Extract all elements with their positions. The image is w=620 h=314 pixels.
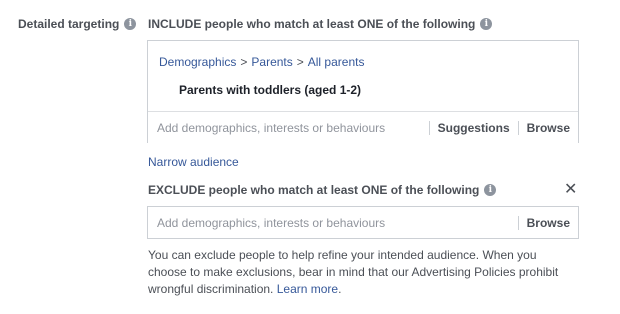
include-browse-button[interactable]: Browse	[519, 121, 578, 135]
breadcrumb-demographics[interactable]: Demographics	[159, 55, 236, 69]
suggestions-button[interactable]: Suggestions	[430, 121, 518, 135]
exclude-heading: EXCLUDE people who match at least ONE of…	[148, 183, 497, 197]
info-icon[interactable]: i	[480, 18, 493, 30]
include-search-row: Suggestions Browse	[148, 111, 578, 143]
include-heading-text: INCLUDE people who match at least ONE of…	[148, 17, 476, 31]
include-heading: INCLUDE people who match at least ONE of…	[148, 17, 493, 31]
help-text-period: .	[338, 282, 342, 296]
detailed-targeting-label: Detailed targeting i	[18, 17, 137, 31]
info-icon[interactable]: i	[484, 184, 497, 196]
detailed-targeting-text: Detailed targeting	[18, 17, 120, 31]
selected-targeting-item[interactable]: Parents with toddlers (aged 1-2)	[179, 83, 361, 97]
exclusion-help-text: You can exclude people to help refine yo…	[148, 247, 568, 298]
breadcrumb-all-parents[interactable]: All parents	[308, 55, 365, 69]
exclude-browse-button[interactable]: Browse	[519, 216, 578, 230]
help-text-body: You can exclude people to help refine yo…	[148, 248, 559, 296]
breadcrumb: Demographics > Parents > All parents	[159, 55, 364, 69]
exclude-targeting-box: Browse	[147, 206, 579, 239]
close-icon[interactable]: ✕	[564, 181, 577, 199]
breadcrumb-parents[interactable]: Parents	[251, 55, 292, 69]
include-search-input[interactable]	[148, 112, 429, 143]
breadcrumb-separator: >	[240, 55, 248, 69]
exclude-search-input[interactable]	[148, 207, 518, 239]
exclude-search-row: Browse	[148, 207, 578, 239]
info-icon[interactable]: i	[124, 18, 137, 30]
learn-more-link[interactable]: Learn more	[277, 282, 338, 296]
exclude-heading-text: EXCLUDE people who match at least ONE of…	[148, 183, 480, 197]
breadcrumb-separator: >	[296, 55, 304, 69]
narrow-audience-link[interactable]: Narrow audience	[148, 155, 239, 169]
include-targeting-box: Demographics > Parents > All parents Par…	[147, 40, 579, 143]
